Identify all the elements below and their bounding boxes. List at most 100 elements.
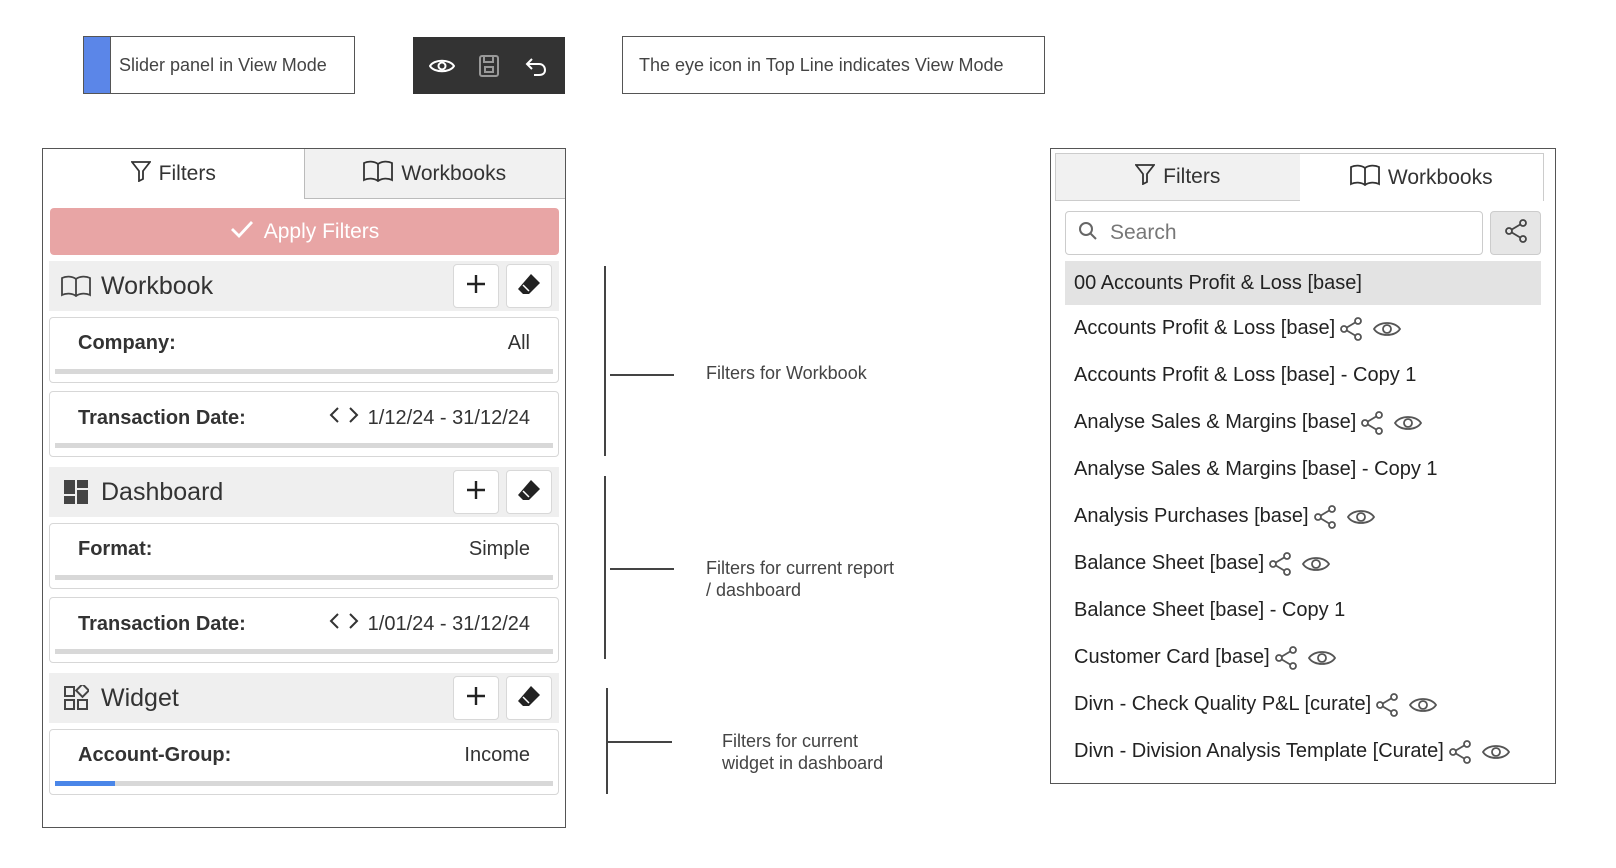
- undo-icon[interactable]: [520, 50, 552, 82]
- share-icon[interactable]: [1313, 504, 1337, 529]
- tab-filters[interactable]: Filters: [43, 149, 304, 199]
- annotation-dashboard: Filters for current report / dashboard: [706, 557, 894, 601]
- chevron-right-icon[interactable]: [346, 406, 360, 430]
- search-input[interactable]: [1108, 220, 1452, 246]
- eye-icon[interactable]: [1481, 742, 1510, 762]
- workbook-name: Balance Sheet [base]: [1074, 552, 1265, 574]
- filter-icon: [1134, 163, 1156, 191]
- annotation-line: Filters for current: [722, 731, 859, 751]
- share-icon[interactable]: [1339, 316, 1363, 341]
- share-button[interactable]: [1490, 211, 1541, 255]
- share-icon: [1504, 218, 1528, 248]
- format-filter[interactable]: Format: Simple: [49, 523, 559, 589]
- top-line-toolbar: [413, 37, 565, 94]
- workbook-list-item[interactable]: Analyse Sales & Margins [base] - Copy 1: [1065, 446, 1541, 493]
- book-icon: [363, 160, 394, 188]
- clear-dashboard-filters-button[interactable]: [506, 470, 552, 514]
- workbook-list-item[interactable]: Divn - Check Quality P&L [curate]: [1065, 681, 1541, 728]
- account-group-filter[interactable]: Account-Group: Income: [49, 729, 559, 795]
- eye-icon[interactable]: [426, 50, 458, 82]
- filter-slider-track[interactable]: [55, 649, 553, 654]
- filter-value[interactable]: All: [508, 332, 530, 355]
- widget-section-header: Widget: [49, 673, 559, 723]
- view-mode-note: The eye icon in Top Line indicates View …: [622, 36, 1045, 94]
- chevron-left-icon[interactable]: [328, 406, 342, 430]
- workbook-list-item[interactable]: 00 Accounts Profit & Loss [base]: [1065, 261, 1541, 305]
- annotation-line: / dashboard: [706, 580, 802, 600]
- filter-label: Transaction Date:: [78, 406, 246, 429]
- tab-filters-label: Filters: [158, 162, 216, 185]
- clear-widget-filters-button[interactable]: [506, 676, 552, 720]
- filter-value[interactable]: Income: [464, 744, 530, 767]
- workbook-list-item[interactable]: Balance Sheet [base]: [1065, 540, 1541, 587]
- date-nav: [328, 406, 360, 430]
- section-title: Workbook: [101, 271, 214, 300]
- share-icon[interactable]: [1448, 739, 1472, 764]
- book-icon: [1350, 164, 1380, 192]
- transaction-date-filter[interactable]: Transaction Date: 1/12/24 - 31/12/24: [49, 391, 559, 457]
- dashboard-bracket-tick: [610, 568, 674, 570]
- panel-tabs: Filters Workbooks: [1055, 153, 1544, 201]
- chevron-left-icon[interactable]: [328, 612, 342, 636]
- eye-icon[interactable]: [1373, 319, 1402, 339]
- apply-filters-button[interactable]: Apply Filters: [50, 208, 559, 255]
- filter-value[interactable]: 1/01/24 - 31/12/24: [368, 613, 530, 636]
- legend-slider-view-mode: Slider panel in View Mode: [83, 36, 355, 94]
- add-dashboard-filter-button[interactable]: [453, 470, 499, 514]
- dashboard-section-header: Dashboard: [49, 467, 559, 517]
- clear-workbook-filters-button[interactable]: [506, 264, 552, 308]
- workbook-bracket: [604, 266, 606, 456]
- eye-icon[interactable]: [1346, 507, 1375, 527]
- add-workbook-filter-button[interactable]: [453, 264, 499, 308]
- widget-bracket-tick: [608, 741, 672, 743]
- workbook-name: 00 Accounts Profit & Loss [base]: [1074, 271, 1362, 294]
- workbook-name: Analysis Purchases [base]: [1074, 505, 1309, 527]
- workbook-name: Divn - Division Analysis Template [Curat…: [1074, 740, 1444, 762]
- filter-value[interactable]: Simple: [469, 538, 530, 561]
- share-icon[interactable]: [1268, 551, 1292, 576]
- eraser-icon: [517, 479, 541, 506]
- filter-slider-track[interactable]: [55, 575, 553, 580]
- workbook-name: Analyse Sales & Margins [base] - Copy 1: [1074, 458, 1438, 480]
- eye-icon[interactable]: [1394, 413, 1423, 433]
- filter-slider-track[interactable]: [55, 369, 553, 374]
- workbook-name: Divn - Check Quality P&L [curate]: [1074, 693, 1372, 715]
- workbook-list-item[interactable]: Divn - Division Analysis Template [Curat…: [1065, 728, 1541, 775]
- share-icon[interactable]: [1360, 410, 1384, 435]
- tab-workbooks-label: Workbooks: [1387, 165, 1493, 189]
- company-filter[interactable]: Company: All: [49, 317, 559, 383]
- tab-workbooks-label: Workbooks: [401, 161, 507, 185]
- transaction-date-filter[interactable]: Transaction Date: 1/01/24 - 31/12/24: [49, 597, 559, 663]
- eye-icon[interactable]: [1409, 695, 1438, 715]
- eye-icon[interactable]: [1307, 648, 1336, 668]
- eye-icon[interactable]: [1302, 554, 1331, 574]
- filter-label: Account-Group:: [78, 744, 232, 766]
- tab-workbooks[interactable]: Workbooks: [1299, 153, 1544, 201]
- workbook-list: 00 Accounts Profit & Loss [base] Accounts…: [1065, 261, 1541, 775]
- workbook-list-item[interactable]: Accounts Profit & Loss [base]: [1065, 305, 1541, 352]
- legend-swatch: [84, 37, 111, 93]
- filter-label: Format:: [78, 538, 153, 560]
- dashboard-bracket: [604, 476, 606, 659]
- filter-slider-track[interactable]: [55, 781, 553, 786]
- workbook-list-item[interactable]: Balance Sheet [base] - Copy 1: [1065, 587, 1541, 634]
- workbook-name: Accounts Profit & Loss [base]: [1074, 317, 1336, 339]
- tab-workbooks[interactable]: Workbooks: [303, 149, 565, 199]
- workbook-list-item[interactable]: Accounts Profit & Loss [base] - Copy 1: [1065, 352, 1541, 399]
- workbook-list-item[interactable]: Analysis Purchases [base]: [1065, 493, 1541, 540]
- chevron-right-icon[interactable]: [346, 612, 360, 636]
- add-widget-filter-button[interactable]: [453, 676, 499, 720]
- workbook-list-item[interactable]: Analyse Sales & Margins [base]: [1065, 399, 1541, 446]
- panel-tabs: Filters Workbooks: [43, 149, 565, 199]
- filter-slider-track[interactable]: [55, 443, 553, 448]
- check-icon: [230, 219, 254, 245]
- tab-filters[interactable]: Filters: [1055, 153, 1300, 201]
- save-icon[interactable]: [473, 50, 505, 82]
- share-icon[interactable]: [1375, 692, 1399, 717]
- workbook-list-item[interactable]: Customer Card [base]: [1065, 634, 1541, 681]
- date-nav: [328, 612, 360, 636]
- filter-value[interactable]: 1/12/24 - 31/12/24: [368, 407, 530, 430]
- annotation-widget: Filters for current widget in dashboard: [722, 730, 883, 774]
- share-icon[interactable]: [1274, 645, 1298, 670]
- workbook-search[interactable]: [1065, 211, 1483, 255]
